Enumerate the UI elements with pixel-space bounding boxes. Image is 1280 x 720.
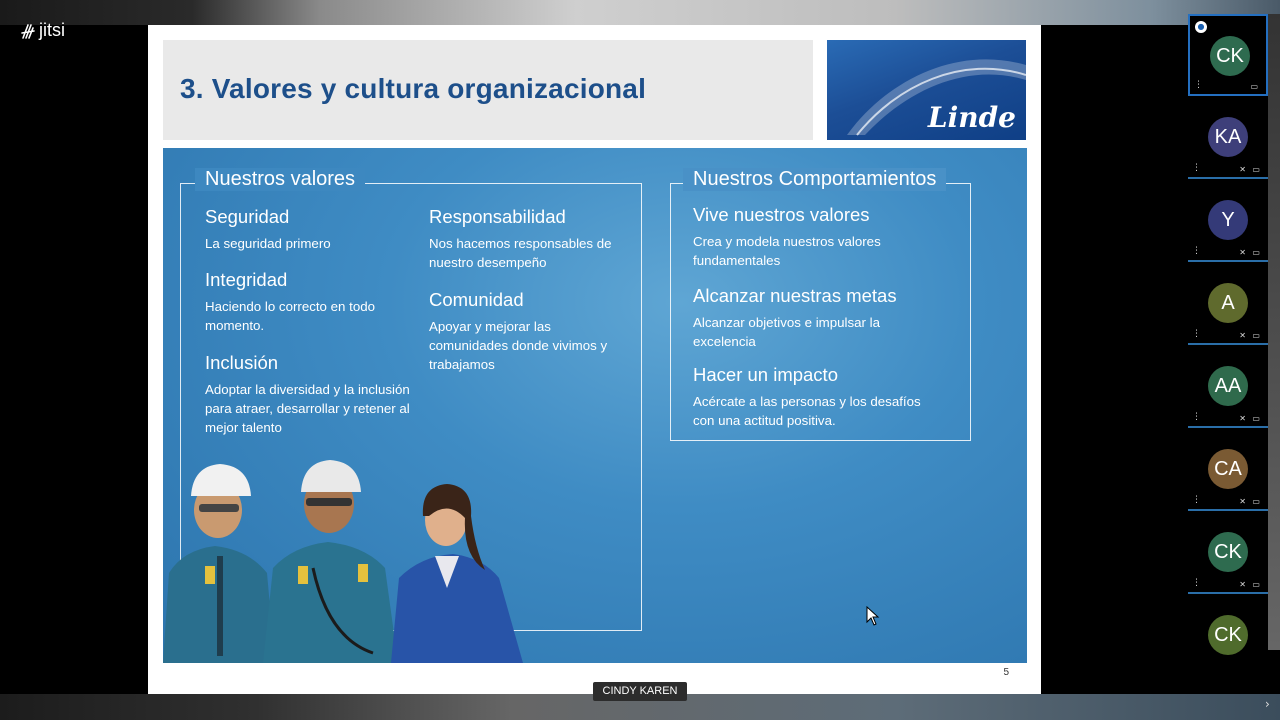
jitsi-logo-icon: [21, 23, 35, 39]
worker-1-figure: [163, 464, 275, 663]
jitsi-watermark[interactable]: jitsi: [20, 20, 65, 41]
pin-icon[interactable]: ●: [1195, 21, 1207, 33]
participant-tile[interactable]: AA ⋮ ✕ ▭: [1188, 346, 1268, 428]
participant-tile[interactable]: ● CK ⋮ ▭: [1188, 14, 1268, 96]
more-vertical-icon[interactable]: ⋮: [1194, 81, 1203, 90]
avatar: Y: [1208, 200, 1248, 240]
linde-logo-text: Linde: [927, 101, 1016, 134]
mic-off-icon: ✕ ▭: [1239, 497, 1262, 506]
more-vertical-icon[interactable]: ⋮: [1192, 330, 1201, 339]
shared-slide: 3. Valores y cultura organizacional Lind…: [148, 25, 1041, 694]
avatar: AA: [1208, 366, 1248, 406]
participant-tile[interactable]: CK: [1188, 595, 1268, 655]
more-vertical-icon[interactable]: ⋮: [1192, 496, 1201, 505]
mic-off-icon: ✕ ▭: [1239, 165, 1262, 174]
avatar: CA: [1208, 449, 1248, 489]
jitsi-logo-text: jitsi: [39, 20, 65, 40]
worker-3-figure: [391, 484, 523, 663]
avatar: CK: [1208, 532, 1248, 572]
slide-title-box: 3. Valores y cultura organizacional: [163, 40, 813, 140]
value-inclusion: Inclusión Adoptar la diversidad y la inc…: [205, 352, 410, 435]
avatar: CK: [1208, 615, 1248, 655]
mic-off-icon: ✕ ▭: [1239, 580, 1262, 589]
more-vertical-icon[interactable]: ⋮: [1192, 413, 1201, 422]
value-responsabilidad: Responsabilidad Nos hacemos responsables…: [429, 206, 612, 270]
value-seguridad: Seguridad La seguridad primero: [205, 206, 331, 251]
behaviour-hacer-impacto: Hacer un impacto Acércate a las personas…: [693, 364, 921, 428]
avatar: KA: [1208, 117, 1248, 157]
participant-tile[interactable]: CA ⋮ ✕ ▭: [1188, 429, 1268, 511]
mic-off-icon: ✕ ▭: [1239, 331, 1262, 340]
slide-content: Nuestros valores Nuestros Comportamiento…: [163, 148, 1027, 663]
values-heading: Nuestros valores: [195, 168, 366, 191]
linde-logo: Linde: [827, 40, 1026, 140]
chevron-right-icon[interactable]: ›: [1265, 697, 1270, 711]
slide-title: 3. Valores y cultura organizacional: [180, 73, 647, 104]
video-off-icon: ▭: [1250, 82, 1260, 91]
filmstrip-scrollbar[interactable]: [1268, 14, 1280, 650]
more-vertical-icon[interactable]: ⋮: [1192, 247, 1201, 256]
value-integridad: Integridad Haciendo lo correcto en todo …: [205, 269, 376, 333]
participant-filmstrip: ● CK ⋮ ▭ KA ⋮ ✕ ▭ Y ⋮ ✕ ▭ A ⋮ ✕ ▭ AA ⋮ ✕…: [1188, 14, 1268, 655]
speaker-name-tag: CINDY KAREN: [593, 682, 687, 701]
mic-off-icon: ✕ ▭: [1239, 414, 1262, 423]
behaviour-alcanzar-metas: Alcanzar nuestras metas Alcanzar objetiv…: [693, 285, 897, 349]
participant-tile[interactable]: KA ⋮ ✕ ▭: [1188, 97, 1268, 179]
value-comunidad: Comunidad Apoyar y mejorar las comunidad…: [429, 289, 608, 372]
top-backdrop: [0, 0, 1280, 25]
avatar: CK: [1210, 36, 1250, 76]
more-vertical-icon[interactable]: ⋮: [1192, 579, 1201, 588]
worker-2-figure: [263, 460, 398, 663]
behaviour-vive-valores: Vive nuestros valores Crea y modela nues…: [693, 204, 881, 268]
cursor-icon: [866, 606, 880, 626]
participant-tile[interactable]: Y ⋮ ✕ ▭: [1188, 180, 1268, 262]
behaviours-heading: Nuestros Comportamientos: [683, 168, 947, 191]
slide-number: 5: [1003, 667, 1009, 678]
mic-off-icon: ✕ ▭: [1239, 248, 1262, 257]
participant-tile[interactable]: A ⋮ ✕ ▭: [1188, 263, 1268, 345]
participant-tile[interactable]: CK ⋮ ✕ ▭: [1188, 512, 1268, 594]
more-vertical-icon[interactable]: ⋮: [1192, 164, 1201, 173]
workers-photo: [163, 460, 523, 663]
avatar: A: [1208, 283, 1248, 323]
